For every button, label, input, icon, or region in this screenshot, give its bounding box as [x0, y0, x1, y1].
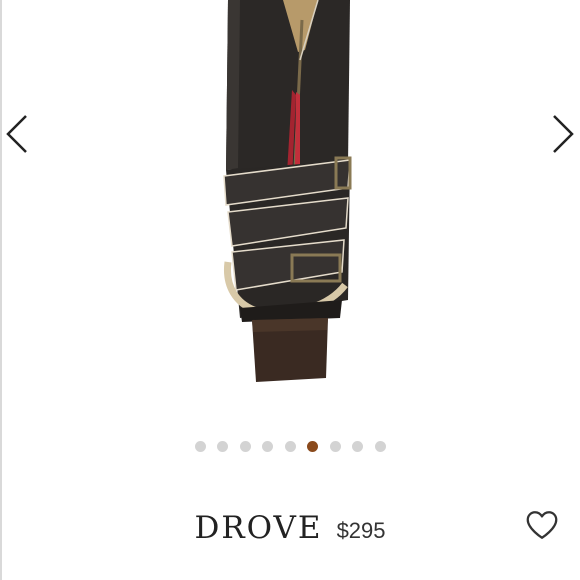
product-title-row: DROVE $295	[0, 510, 580, 550]
product-image	[223, 0, 352, 382]
product-name: DROVE	[194, 510, 323, 546]
carousel-dot[interactable]	[284, 441, 296, 452]
carousel-dot[interactable]	[194, 441, 206, 452]
left-edge-divider	[0, 0, 2, 580]
carousel-prev-button[interactable]	[2, 112, 32, 156]
carousel-dot[interactable]	[352, 441, 363, 452]
product-price: $295	[336, 518, 386, 543]
carousel-pagination	[0, 441, 580, 455]
heart-outline-icon	[526, 511, 558, 539]
carousel-dot[interactable]	[262, 441, 273, 452]
chevron-left-icon	[6, 115, 27, 153]
chevron-right-icon	[553, 115, 574, 153]
carousel-dot[interactable]	[374, 441, 386, 452]
carousel-dot-active[interactable]	[307, 441, 318, 452]
favorite-button[interactable]	[524, 507, 560, 543]
carousel-dot[interactable]	[329, 441, 341, 452]
carousel-next-button[interactable]	[548, 112, 578, 156]
carousel-dot[interactable]	[217, 441, 228, 452]
carousel-dot[interactable]	[239, 441, 251, 452]
